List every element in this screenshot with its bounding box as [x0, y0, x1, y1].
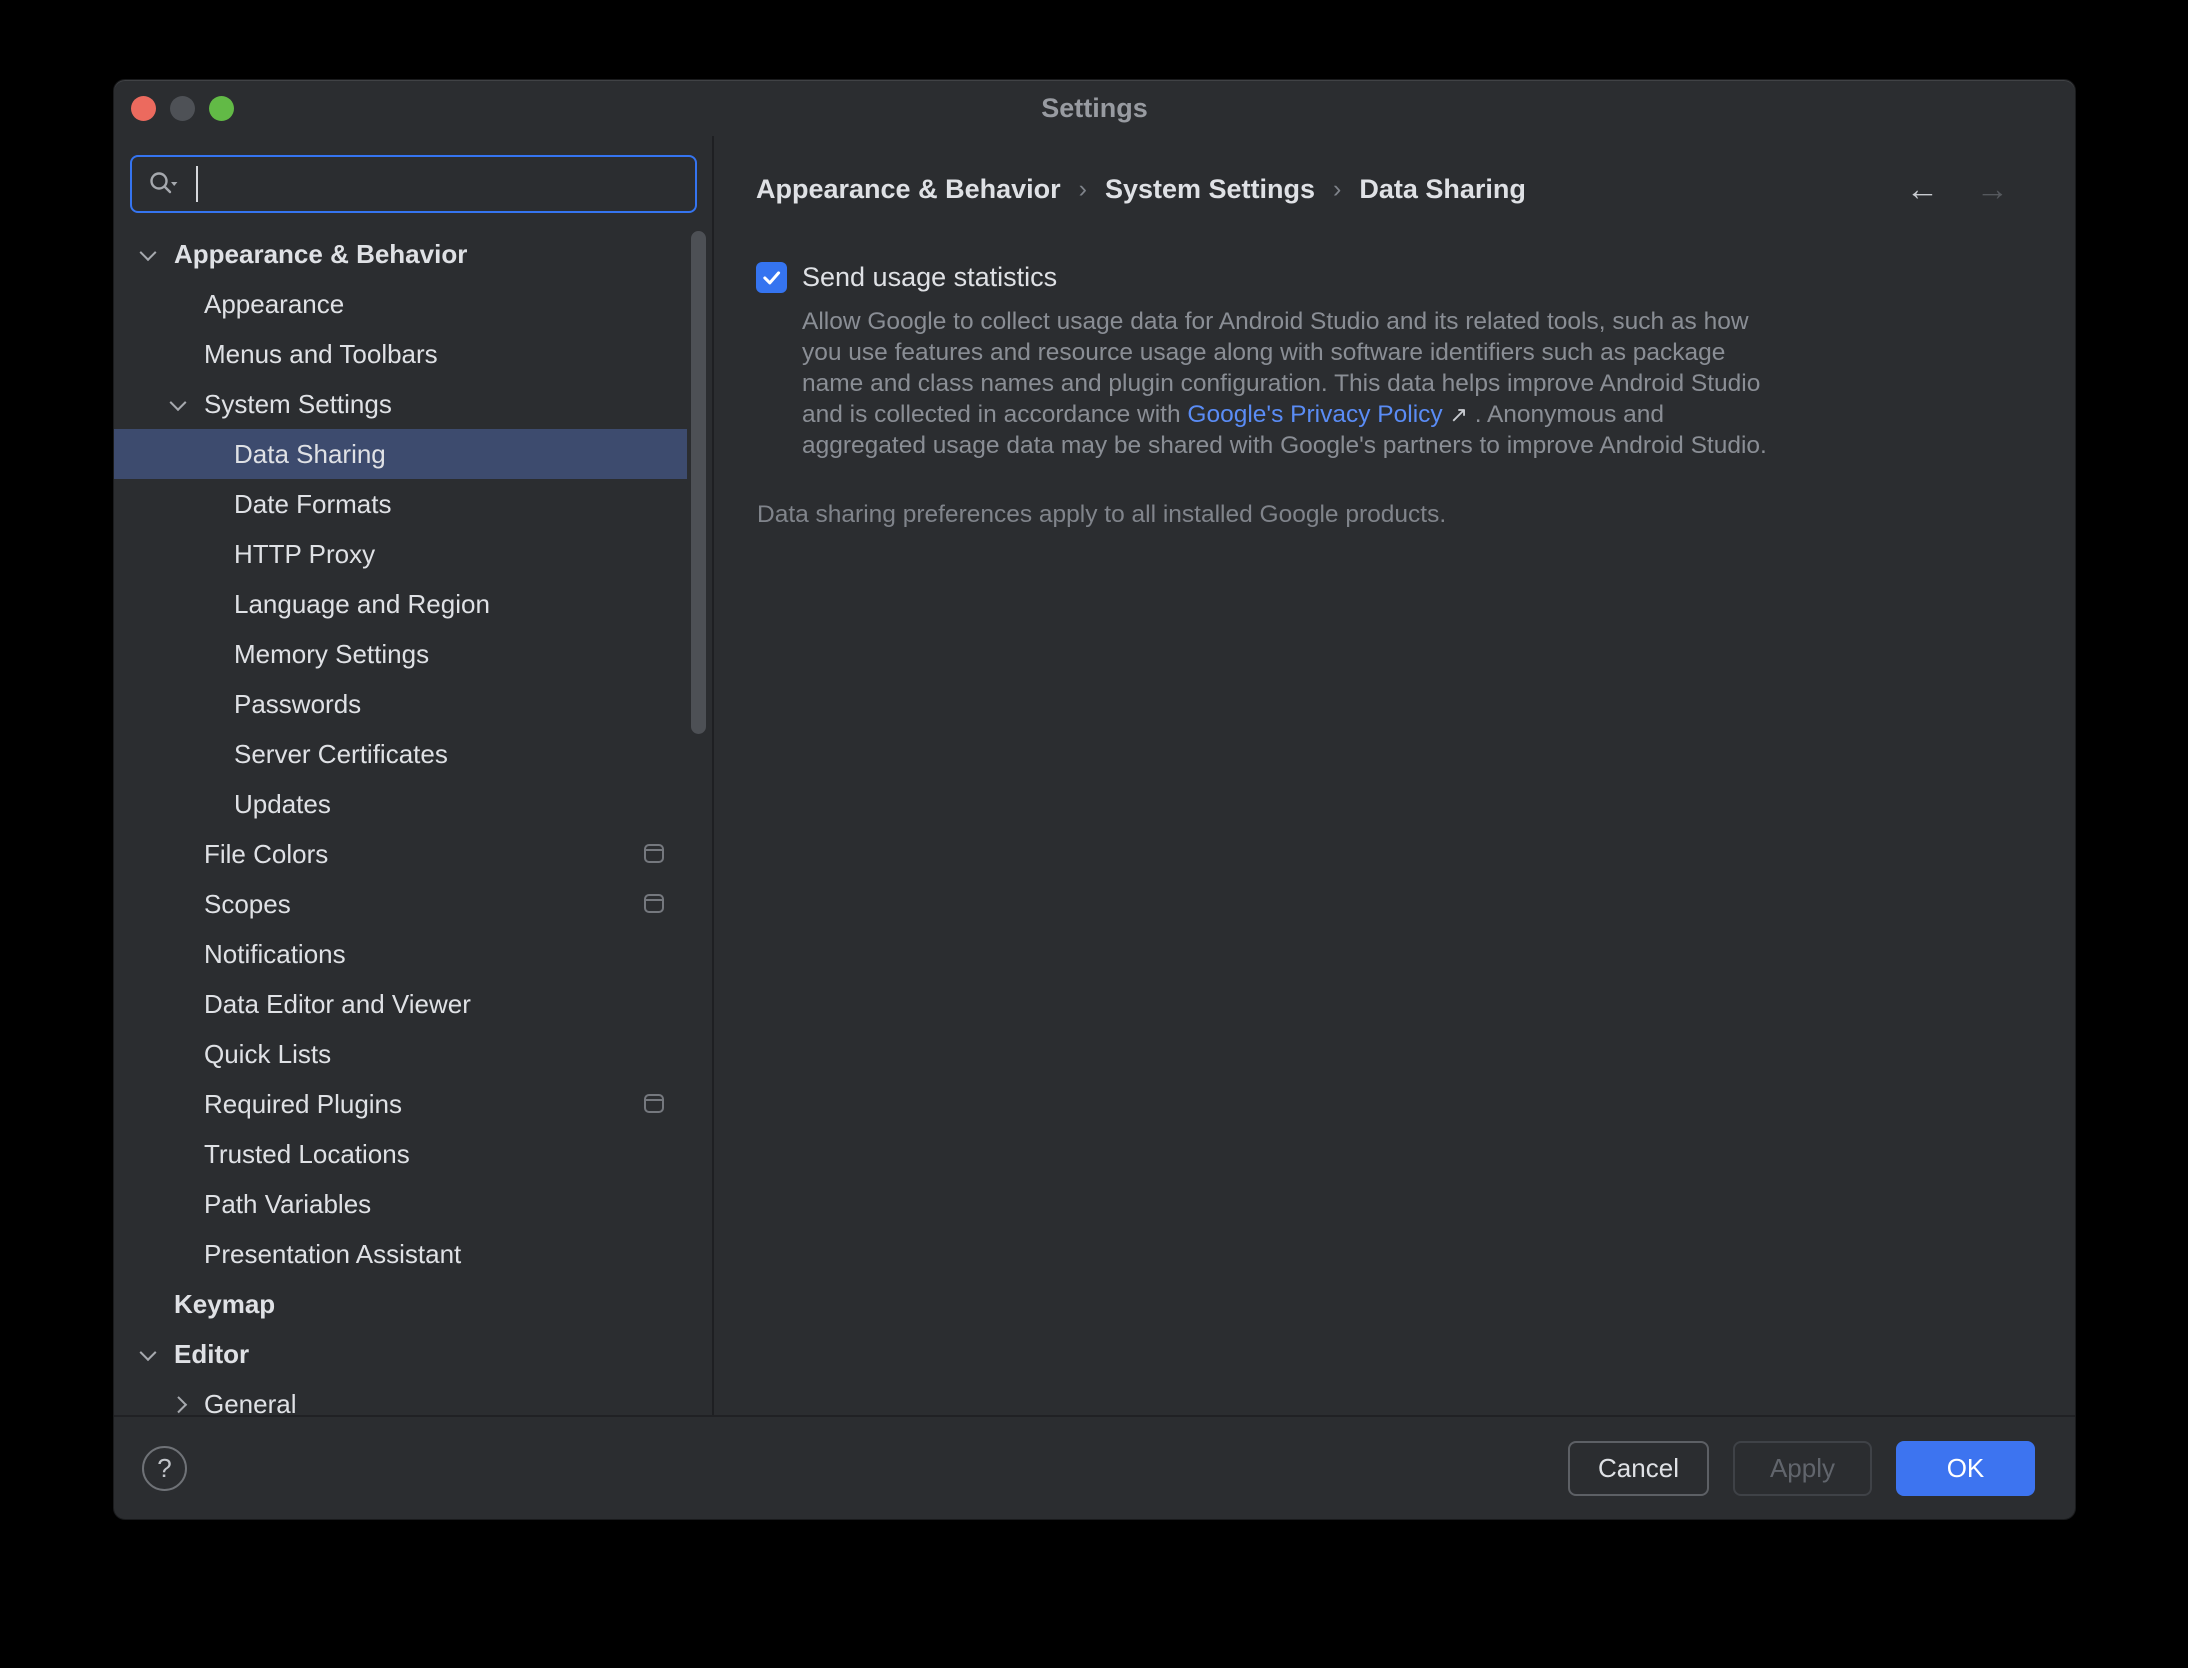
- breadcrumb-separator-icon: ›: [1333, 175, 1341, 204]
- sidebar-item-updates[interactable]: Updates: [114, 779, 687, 829]
- text-caret: [196, 166, 198, 202]
- sidebar-item-label: Trusted Locations: [204, 1139, 410, 1170]
- sidebar-item-label: Passwords: [234, 689, 361, 720]
- sidebar-item-label: System Settings: [204, 389, 392, 420]
- sidebar-item-scopes[interactable]: Scopes: [114, 879, 687, 929]
- sidebar-item-notifications[interactable]: Notifications: [114, 929, 687, 979]
- titlebar[interactable]: Settings: [114, 80, 2075, 136]
- per-project-settings-icon: [644, 894, 664, 913]
- chevron-down-icon[interactable]: [140, 244, 157, 261]
- sidebar-item-data-editor-and-viewer[interactable]: Data Editor and Viewer: [114, 979, 687, 1029]
- sidebar-item-label: Editor: [174, 1339, 249, 1370]
- sidebar-item-keymap[interactable]: Keymap: [114, 1279, 687, 1329]
- sidebar-item-quick-lists[interactable]: Quick Lists: [114, 1029, 687, 1079]
- send-usage-statistics-label[interactable]: Send usage statistics: [802, 262, 1057, 293]
- send-usage-statistics-checkbox[interactable]: [756, 262, 787, 293]
- send-usage-statistics-row: Send usage statistics: [756, 262, 2035, 293]
- navigate-back-icon[interactable]: ←: [1906, 170, 1939, 208]
- sidebar-item-label: Path Variables: [204, 1189, 371, 1220]
- sidebar-item-presentation-assistant[interactable]: Presentation Assistant: [114, 1229, 687, 1279]
- breadcrumb-appearance-behavior[interactable]: Appearance & Behavior: [756, 174, 1061, 205]
- settings-search-field[interactable]: [130, 155, 697, 213]
- sidebar-item-label: Server Certificates: [234, 739, 448, 770]
- sidebar-item-label: Data Sharing: [234, 439, 386, 470]
- sidebar-item-memory-settings[interactable]: Memory Settings: [114, 629, 687, 679]
- breadcrumb-system-settings[interactable]: System Settings: [1105, 174, 1315, 205]
- checkmark-icon: [759, 265, 784, 290]
- ok-button[interactable]: OK: [1896, 1441, 2035, 1496]
- question-mark-icon: ?: [157, 1453, 171, 1484]
- sidebar-item-date-formats[interactable]: Date Formats: [114, 479, 687, 529]
- breadcrumb: Appearance & Behavior › System Settings …: [756, 169, 2035, 209]
- sidebar-item-label: Memory Settings: [234, 639, 429, 670]
- data-sharing-note: Data sharing preferences apply to all in…: [757, 501, 2035, 529]
- sidebar-item-label: Language and Region: [234, 589, 490, 620]
- settings-dialog: Settings Appearance & BehaviorAppearance…: [113, 79, 2076, 1520]
- sidebar-item-trusted-locations[interactable]: Trusted Locations: [114, 1129, 687, 1179]
- cancel-button[interactable]: Cancel: [1568, 1441, 1709, 1496]
- sidebar-item-label: Notifications: [204, 939, 346, 970]
- navigate-forward-icon: →: [1976, 170, 2009, 208]
- privacy-policy-link[interactable]: Google's Privacy Policy: [1187, 401, 1442, 428]
- settings-sidebar: Appearance & Behavior Appearance Menus and…: [114, 136, 714, 1415]
- search-icon[interactable]: [147, 170, 181, 198]
- sidebar-item-label: Updates: [234, 789, 331, 820]
- sidebar-item-passwords[interactable]: Passwords: [114, 679, 687, 729]
- sidebar-item-system-settings[interactable]: System Settings: [114, 379, 687, 429]
- help-button[interactable]: ?: [142, 1446, 187, 1491]
- sidebar-item-appearance-behavior[interactable]: Appearance & Behavior: [114, 229, 687, 279]
- per-project-settings-icon: [644, 1094, 664, 1113]
- sidebar-item-data-sharing[interactable]: Data Sharing: [114, 429, 687, 479]
- settings-content: Appearance & Behavior › System Settings …: [714, 136, 2075, 1415]
- sidebar-scrollbar[interactable]: [691, 231, 706, 734]
- sidebar-item-server-certificates[interactable]: Server Certificates: [114, 729, 687, 779]
- sidebar-item-menus-and-toolbars[interactable]: Menus and Toolbars: [114, 329, 687, 379]
- sidebar-item-editor[interactable]: Editor: [114, 1329, 687, 1379]
- sidebar-item-http-proxy[interactable]: HTTP Proxy: [114, 529, 687, 579]
- sidebar-item-label: Data Editor and Viewer: [204, 989, 471, 1020]
- per-project-settings-icon: [644, 844, 664, 863]
- sidebar-item-label: Presentation Assistant: [204, 1239, 461, 1270]
- sidebar-item-label: Scopes: [204, 889, 291, 920]
- sidebar-item-label: Quick Lists: [204, 1039, 331, 1070]
- external-link-icon: ↗: [1449, 402, 1467, 427]
- dialog-footer: ? Cancel Apply OK: [114, 1415, 2075, 1519]
- chevron-down-icon[interactable]: [170, 394, 187, 411]
- settings-tree: Appearance & Behavior Appearance Menus and…: [114, 229, 687, 1429]
- usage-statistics-description: Allow Google to collect usage data for A…: [802, 306, 1787, 461]
- sidebar-item-file-colors[interactable]: File Colors: [114, 829, 687, 879]
- sidebar-item-label: HTTP Proxy: [234, 539, 375, 570]
- sidebar-item-label: File Colors: [204, 839, 328, 870]
- sidebar-item-path-variables[interactable]: Path Variables: [114, 1179, 687, 1229]
- chevron-right-icon[interactable]: [170, 1396, 187, 1413]
- sidebar-item-label: Appearance & Behavior: [174, 239, 467, 270]
- sidebar-item-label: Required Plugins: [204, 1089, 402, 1120]
- window-title: Settings: [114, 80, 2075, 136]
- chevron-down-icon[interactable]: [140, 1344, 157, 1361]
- breadcrumb-separator-icon: ›: [1079, 175, 1087, 204]
- sidebar-item-appearance[interactable]: Appearance: [114, 279, 687, 329]
- apply-button: Apply: [1733, 1441, 1872, 1496]
- sidebar-item-label: Appearance: [204, 289, 344, 320]
- sidebar-item-required-plugins[interactable]: Required Plugins: [114, 1079, 687, 1129]
- breadcrumb-data-sharing: Data Sharing: [1359, 174, 1526, 205]
- sidebar-item-language-and-region[interactable]: Language and Region: [114, 579, 687, 629]
- sidebar-item-label: Date Formats: [234, 489, 392, 520]
- sidebar-item-label: Keymap: [174, 1289, 275, 1320]
- sidebar-item-label: Menus and Toolbars: [204, 339, 438, 370]
